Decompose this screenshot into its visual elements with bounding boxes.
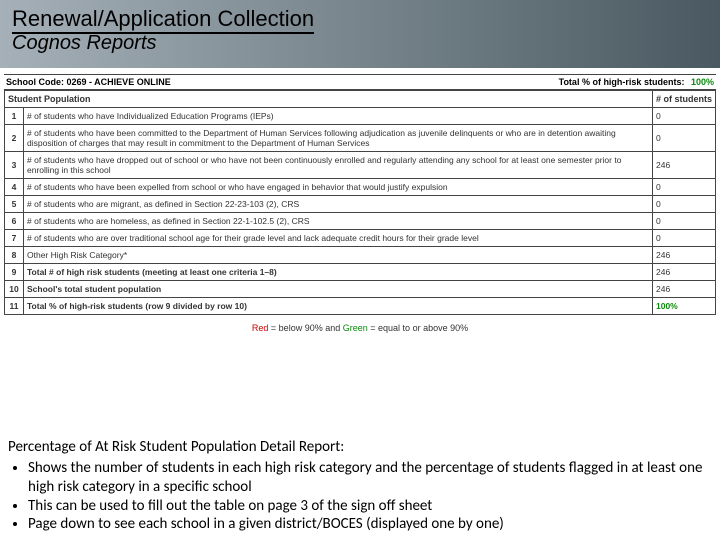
row-value: 246 bbox=[652, 152, 715, 179]
report-area: School Code: 0269 - ACHIEVE ONLINE Total… bbox=[0, 68, 720, 333]
row-text: Total # of high risk students (meeting a… bbox=[24, 264, 653, 281]
row-value: 0 bbox=[652, 179, 715, 196]
table-row: 9Total # of high risk students (meeting … bbox=[5, 264, 716, 281]
row-value: 0 bbox=[652, 213, 715, 230]
table-row: 6# of students who are homeless, as defi… bbox=[5, 213, 716, 230]
row-text: # of students who have been expelled fro… bbox=[24, 179, 653, 196]
row-number: 5 bbox=[5, 196, 24, 213]
row-number: 6 bbox=[5, 213, 24, 230]
table-row: 1# of students who have Individualized E… bbox=[5, 108, 716, 125]
row-number: 8 bbox=[5, 247, 24, 264]
table-row: 4# of students who have been expelled fr… bbox=[5, 179, 716, 196]
row-value: 0 bbox=[652, 125, 715, 152]
total-risk-value: 100% bbox=[691, 77, 714, 87]
total-risk-wrap: Total % of high-risk students: 100% bbox=[559, 77, 714, 87]
row-number: 4 bbox=[5, 179, 24, 196]
header-subtitle: Cognos Reports bbox=[12, 32, 708, 55]
list-item: This can be used to fill out the table o… bbox=[28, 497, 712, 516]
report-topline: School Code: 0269 - ACHIEVE ONLINE Total… bbox=[4, 74, 716, 90]
row-text: School's total student population bbox=[24, 281, 653, 298]
row-number: 3 bbox=[5, 152, 24, 179]
description-list: Shows the number of students in each hig… bbox=[12, 459, 712, 534]
row-text: Other High Risk Category* bbox=[24, 247, 653, 264]
slide-header: Renewal/Application Collection Cognos Re… bbox=[0, 0, 720, 68]
row-number: 9 bbox=[5, 264, 24, 281]
row-text: # of students who are over traditional s… bbox=[24, 230, 653, 247]
list-item: Page down to see each school in a given … bbox=[28, 515, 712, 534]
legend: Red = below 90% and Green = equal to or … bbox=[4, 323, 716, 333]
row-text: # of students who are homeless, as defin… bbox=[24, 213, 653, 230]
row-value: 246 bbox=[652, 281, 715, 298]
row-number: 10 bbox=[5, 281, 24, 298]
row-value: 0 bbox=[652, 196, 715, 213]
header-title: Renewal/Application Collection bbox=[12, 6, 314, 34]
row-value: 100% bbox=[652, 298, 715, 315]
row-value: 0 bbox=[652, 230, 715, 247]
table-row: 8Other High Risk Category*246 bbox=[5, 247, 716, 264]
row-value: 246 bbox=[652, 264, 715, 281]
col-header-left: Student Population bbox=[5, 91, 653, 108]
row-number: 7 bbox=[5, 230, 24, 247]
description-block: Percentage of At Risk Student Population… bbox=[8, 438, 712, 534]
legend-green: Green bbox=[343, 323, 368, 333]
row-text: Total % of high-risk students (row 9 div… bbox=[24, 298, 653, 315]
col-header-right: # of students bbox=[652, 91, 715, 108]
row-value: 0 bbox=[652, 108, 715, 125]
legend-green-desc: = equal to or above 90% bbox=[370, 323, 468, 333]
table-row: 2# of students who have been committed t… bbox=[5, 125, 716, 152]
row-text: # of students who have dropped out of sc… bbox=[24, 152, 653, 179]
row-text: # of students who have been committed to… bbox=[24, 125, 653, 152]
total-risk-label: Total % of high-risk students: bbox=[559, 77, 685, 87]
row-text: # of students who have Individualized Ed… bbox=[24, 108, 653, 125]
table-row: 7# of students who are over traditional … bbox=[5, 230, 716, 247]
legend-red: Red bbox=[252, 323, 269, 333]
legend-red-desc: = below 90% and bbox=[271, 323, 340, 333]
school-code-label: School Code: 0269 - ACHIEVE ONLINE bbox=[6, 77, 171, 87]
table-row: 10School's total student population246 bbox=[5, 281, 716, 298]
row-number: 2 bbox=[5, 125, 24, 152]
report-table: Student Population # of students 1# of s… bbox=[4, 90, 716, 315]
row-value: 246 bbox=[652, 247, 715, 264]
row-text: # of students who are migrant, as define… bbox=[24, 196, 653, 213]
description-title: Percentage of At Risk Student Population… bbox=[8, 438, 712, 457]
list-item: Shows the number of students in each hig… bbox=[28, 459, 712, 497]
table-row: 3# of students who have dropped out of s… bbox=[5, 152, 716, 179]
row-number: 1 bbox=[5, 108, 24, 125]
row-number: 11 bbox=[5, 298, 24, 315]
table-head-row: Student Population # of students bbox=[5, 91, 716, 108]
table-row: 5# of students who are migrant, as defin… bbox=[5, 196, 716, 213]
table-row: 11Total % of high-risk students (row 9 d… bbox=[5, 298, 716, 315]
